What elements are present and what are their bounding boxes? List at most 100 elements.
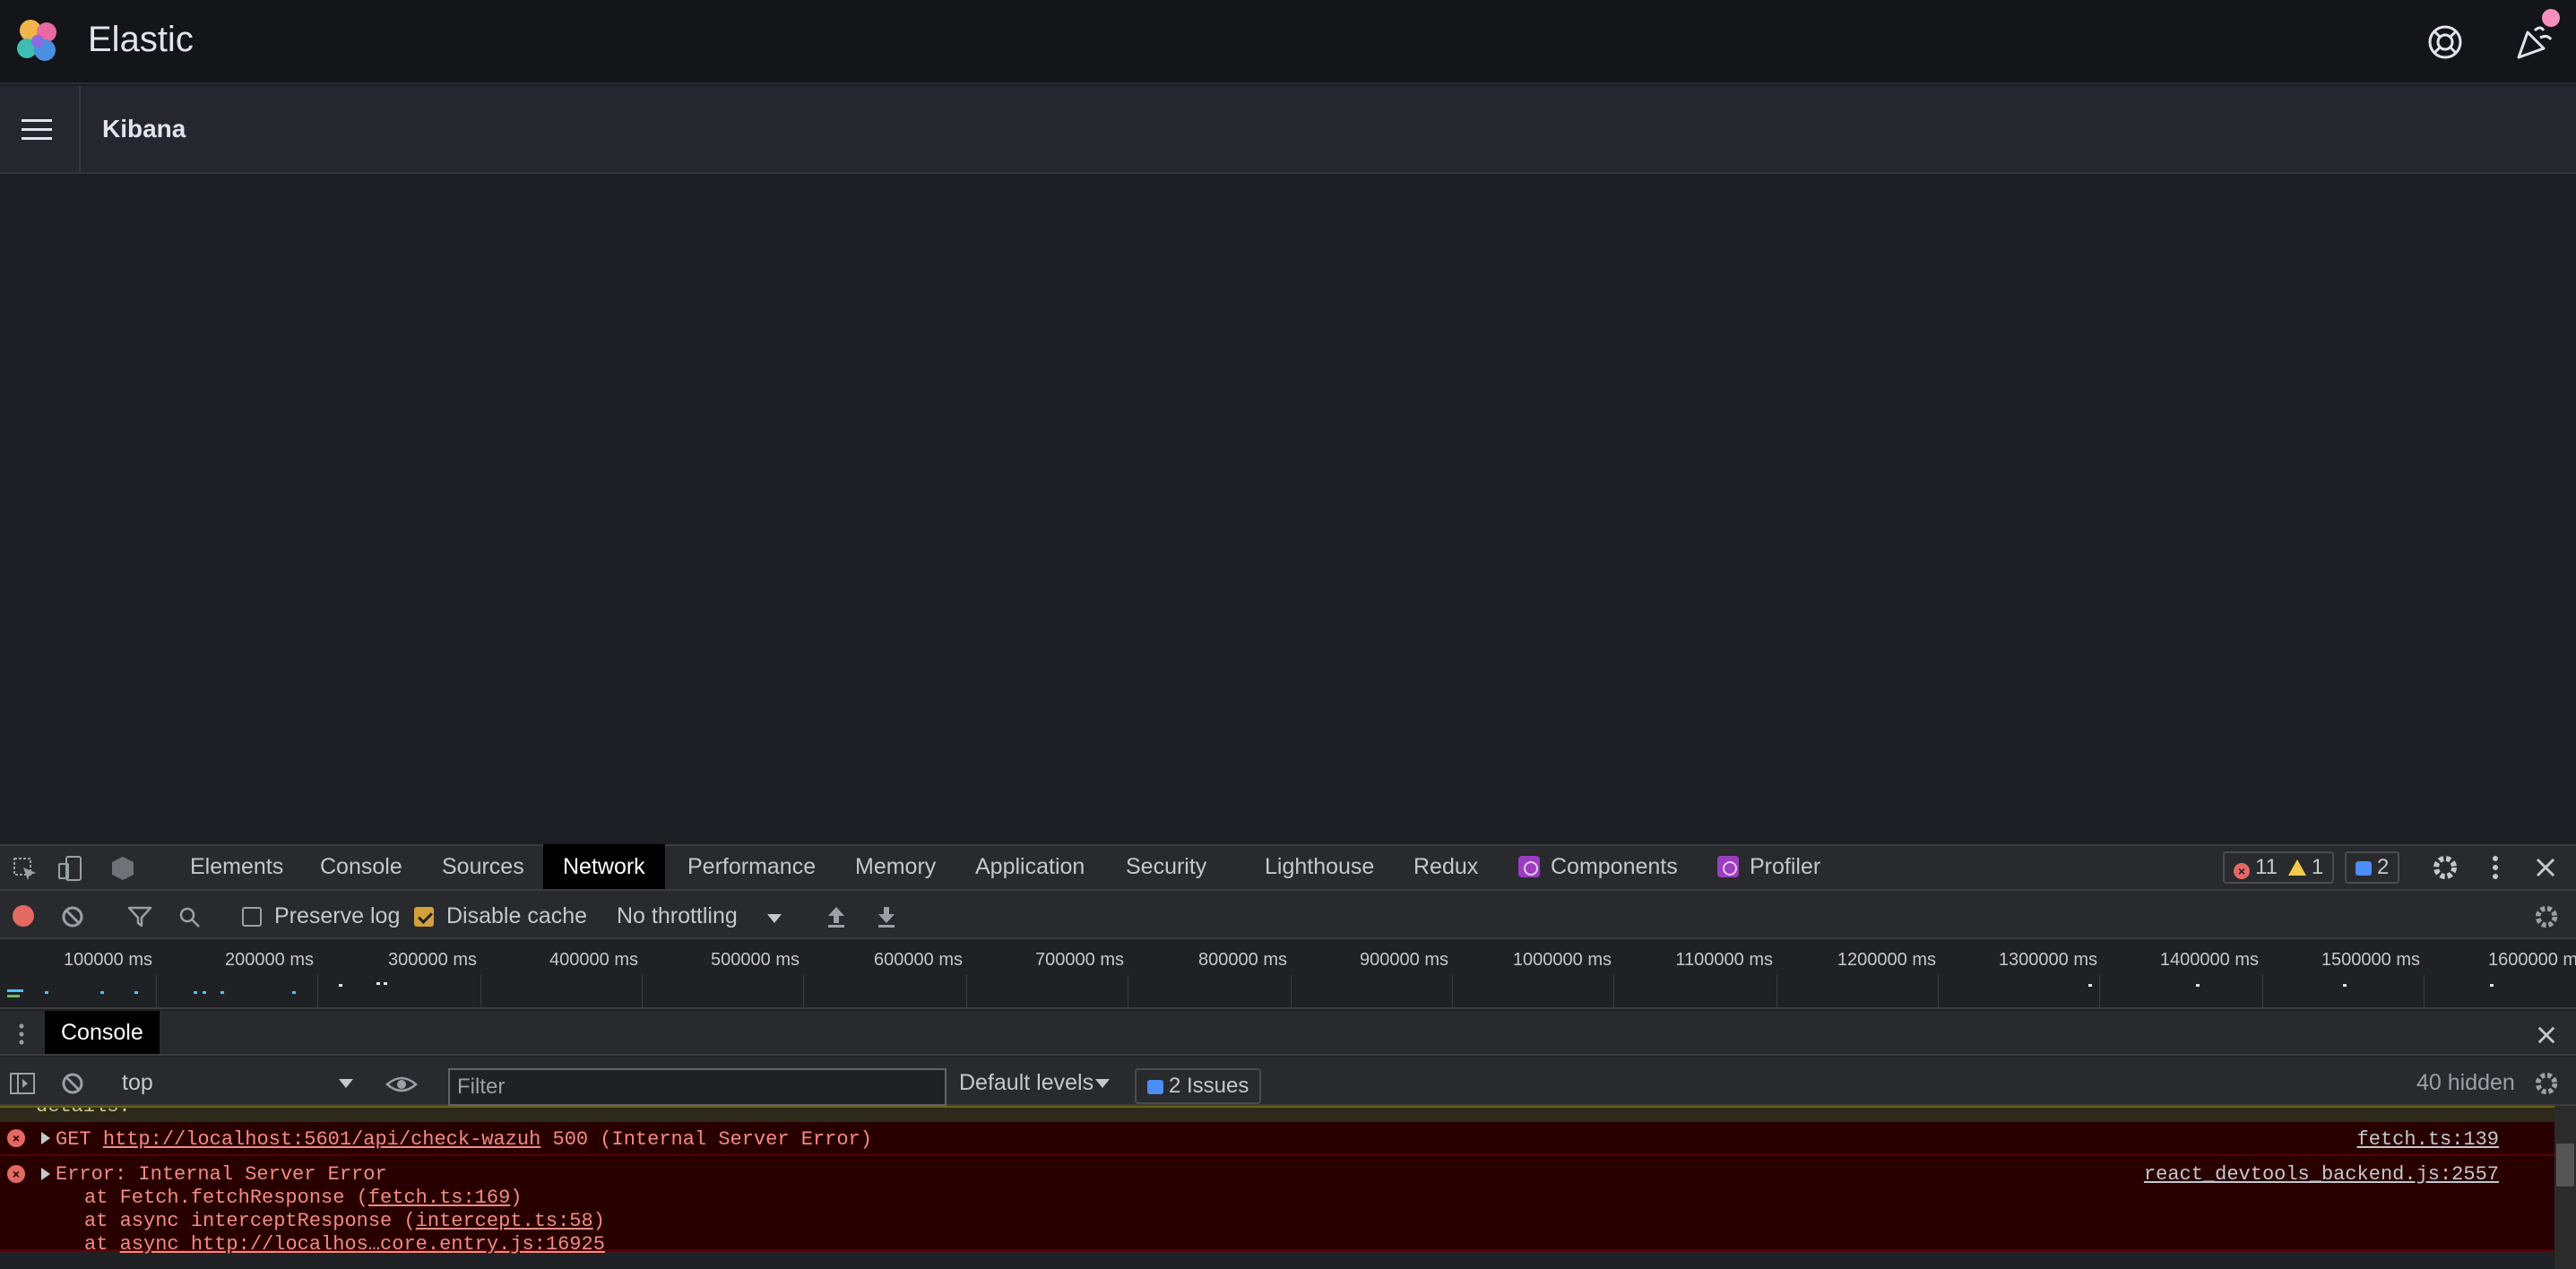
error-icon: × (7, 1165, 25, 1183)
expand-triangle-icon[interactable] (41, 1168, 50, 1180)
timeline-tick: 1200000 ms (1837, 950, 1936, 970)
stack-frame-link[interactable]: async http://localhos…core.entry.js:1692… (120, 1233, 605, 1256)
stack-frame-text: at async interceptResponse ( (84, 1210, 416, 1232)
timeline-request-mark (376, 982, 380, 985)
clear-console-icon[interactable] (61, 1072, 84, 1095)
drawer-menu-icon[interactable] (16, 1022, 27, 1047)
export-har-icon[interactable] (875, 903, 898, 928)
tab-lighthouse[interactable]: Lighthouse (1245, 844, 1394, 889)
tab-application[interactable]: Application (955, 844, 1104, 889)
timeline-request-mark (7, 995, 20, 997)
issues-label: 2 Issues (1169, 1074, 1249, 1098)
menu-icon[interactable] (20, 117, 56, 143)
timeline-tick: 900000 ms (1360, 950, 1448, 970)
import-har-icon[interactable] (825, 903, 848, 928)
close-drawer-icon[interactable] (2537, 1025, 2556, 1045)
timeline-tick: 100000 ms (64, 950, 152, 970)
timeline-gridline (1291, 975, 1292, 1007)
live-expression-eye-icon[interactable] (385, 1074, 418, 1095)
timeline-tick: 400000 ms (549, 950, 638, 970)
device-toolbar-icon[interactable] (57, 855, 84, 882)
help-icon[interactable] (2426, 23, 2464, 61)
disable-cache-label: Disable cache (446, 903, 588, 928)
stack-frame-link[interactable]: intercept.ts:58 (416, 1210, 593, 1232)
warning-icon (2287, 859, 2306, 876)
message-counter[interactable]: 2 (2345, 851, 2400, 884)
timeline-request-mark (194, 991, 197, 994)
cut-message-text: details: (36, 1106, 131, 1118)
more-options-icon[interactable] (2486, 853, 2504, 882)
tab-security[interactable]: Security (1106, 844, 1226, 889)
source-link[interactable]: fetch.ts:139 (2357, 1128, 2499, 1151)
inspect-element-icon[interactable] (13, 857, 38, 882)
timeline-request-mark (339, 984, 342, 987)
timeline-tick: 800000 ms (1198, 950, 1287, 970)
console-message-cut: details: (0, 1106, 2554, 1122)
drawer-tab-console[interactable]: Console (45, 1011, 160, 1054)
disable-cache-checkbox[interactable] (414, 907, 434, 927)
sidebar-toggle-icon[interactable] (9, 1072, 36, 1095)
error-line-1: GET http://localhost:5601/api/check-wazu… (56, 1128, 872, 1151)
tab-redux[interactable]: Redux (1394, 844, 1498, 889)
tab-performance[interactable]: Performance (668, 844, 835, 889)
search-icon[interactable] (177, 905, 201, 928)
tab-elements[interactable]: Elements (170, 844, 303, 889)
throttling-chevron-icon (767, 914, 782, 923)
context-select[interactable]: top (122, 1070, 153, 1096)
log-levels-select[interactable]: Default levels (959, 1070, 1094, 1096)
request-url-link[interactable]: http://localhost:5601/api/check-wazuh (103, 1128, 540, 1151)
stack-frame-link[interactable]: fetch.ts:169 (368, 1187, 510, 1209)
tab-profiler[interactable]: Profiler (1698, 844, 1840, 889)
close-devtools-icon[interactable] (2535, 857, 2556, 878)
timeline-tick: 300000 ms (388, 950, 477, 970)
newsfeed-icon[interactable] (2513, 22, 2554, 63)
console-scrollbar-thumb[interactable] (2556, 1144, 2574, 1187)
console-error-row[interactable]: × GET http://localhost:5601/api/check-wa… (0, 1122, 2554, 1156)
throttling-select[interactable]: No throttling (617, 903, 738, 929)
tab-memory[interactable]: Memory (835, 844, 955, 889)
expand-triangle-icon[interactable] (41, 1132, 50, 1144)
timeline-gridline (966, 975, 967, 1007)
network-overview-timeline[interactable]: 100000 ms 200000 ms 300000 ms 400000 ms … (0, 941, 2576, 1009)
network-settings-gear-icon[interactable] (2533, 903, 2560, 930)
filter-icon[interactable] (127, 905, 152, 928)
record-icon[interactable] (13, 905, 34, 927)
tab-network[interactable]: Network (543, 844, 665, 889)
timeline-tick: 1000000 ms (1512, 950, 1612, 970)
elastic-logo[interactable] (14, 18, 61, 65)
error-warning-counter[interactable]: × 11 1 (2223, 851, 2335, 884)
clear-icon[interactable] (61, 905, 84, 928)
timeline-request-mark (7, 989, 23, 992)
stack-frame: at Fetch.fetchResponse (fetch.ts:169) (84, 1187, 523, 1209)
timeline-request-mark (134, 991, 138, 994)
http-status: 500 (Internal Server Error) (552, 1128, 872, 1151)
notification-dot (2542, 9, 2560, 27)
settings-gear-icon[interactable] (2431, 853, 2459, 882)
source-link[interactable]: react_devtools_backend.js:2557 (2144, 1163, 2499, 1186)
tab-components[interactable]: Components (1499, 844, 1698, 889)
timeline-gridline (480, 975, 481, 1007)
console-settings-gear-icon[interactable] (2533, 1070, 2560, 1097)
screen: Elastic Kibana Elements Console Sources … (0, 0, 2576, 1269)
brand-title[interactable]: Elastic (88, 20, 194, 60)
console-scrollbar[interactable] (2554, 1106, 2576, 1269)
react-icon (1518, 856, 1540, 877)
warning-count: 1 (2311, 855, 2324, 879)
timeline-request-mark (2490, 984, 2494, 987)
stack-frame-text: at (84, 1233, 120, 1256)
timeline-gridline (317, 975, 318, 1007)
drawer-header (0, 1011, 2576, 1056)
timeline-gridline (1938, 975, 1939, 1007)
console-filter-input[interactable]: Filter (448, 1068, 947, 1106)
tab-console[interactable]: Console (300, 844, 422, 889)
tab-sources[interactable]: Sources (422, 844, 544, 889)
timeline-tick: 1300000 ms (1998, 950, 2097, 970)
console-error-row[interactable]: × Error: Internal Server Error react_dev… (0, 1156, 2554, 1256)
extension-cube-icon[interactable] (109, 855, 136, 882)
breadcrumb-kibana[interactable]: Kibana (102, 115, 186, 143)
preserve-log-checkbox[interactable] (242, 907, 262, 927)
error-icon: × (2234, 863, 2250, 879)
issues-button[interactable]: 2 Issues (1135, 1068, 1262, 1104)
stack-frame-text: at Fetch.fetchResponse ( (84, 1187, 368, 1209)
timeline-gridline (1613, 975, 1614, 1007)
